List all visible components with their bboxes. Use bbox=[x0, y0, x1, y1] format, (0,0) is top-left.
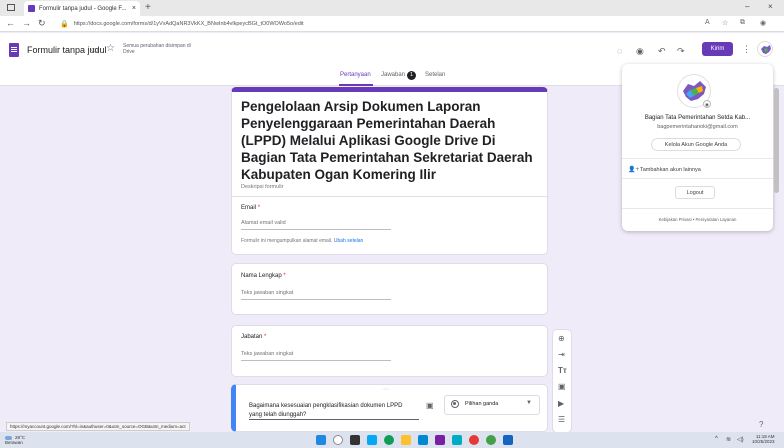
taskbar-clock[interactable]: 11:18 AM 10/25/2023 bbox=[752, 434, 775, 444]
edge-icon[interactable] bbox=[367, 435, 377, 445]
question-label: Jabatan * bbox=[241, 334, 267, 340]
lock-icon: 🔒 bbox=[60, 21, 69, 28]
browser-tab-title: Formulir tanpa judul - Google F... bbox=[39, 5, 127, 12]
search-icon[interactable] bbox=[333, 435, 343, 445]
read-aloud-icon[interactable]: A bbox=[705, 19, 710, 26]
radio-button-icon bbox=[451, 400, 459, 408]
logout-button[interactable]: Logout bbox=[675, 186, 715, 199]
tab-responses[interactable]: Jawaban bbox=[381, 72, 405, 78]
add-image-icon[interactable]: ▣ bbox=[558, 382, 566, 391]
forward-icon[interactable]: → bbox=[22, 18, 31, 28]
back-icon[interactable]: ← bbox=[6, 18, 15, 28]
app-icon[interactable] bbox=[486, 435, 496, 445]
preview-icon[interactable]: ◉ bbox=[636, 46, 644, 57]
tab-settings[interactable]: Setelan bbox=[425, 72, 445, 78]
short-answer-placeholder: Teks jawaban singkat bbox=[241, 351, 294, 357]
title-card-divider bbox=[232, 196, 547, 197]
more-options-icon[interactable]: ⋮ bbox=[742, 44, 751, 55]
manage-account-button[interactable]: Kelola Akun Google Anda bbox=[651, 138, 741, 151]
drag-handle-icon[interactable]: ⋯ bbox=[383, 386, 390, 393]
new-tab-icon[interactable]: + bbox=[145, 2, 151, 13]
terms-of-service-link[interactable]: Persyaratan Layanan bbox=[696, 217, 737, 222]
weather-description: Berawan bbox=[5, 440, 23, 445]
add-video-icon[interactable]: ▶ bbox=[558, 399, 564, 408]
popup-divider bbox=[622, 158, 773, 159]
add-account-link[interactable]: Tambahkan akun lainnya bbox=[640, 167, 701, 173]
word-icon[interactable] bbox=[503, 435, 513, 445]
add-title-icon[interactable]: Tт bbox=[558, 366, 567, 375]
close-window-icon[interactable]: × bbox=[768, 2, 773, 11]
volume-icon[interactable]: ◁) bbox=[737, 436, 744, 443]
short-answer-placeholder: Teks jawaban singkat bbox=[241, 290, 294, 296]
email-underline bbox=[241, 229, 391, 230]
popup-divider bbox=[622, 178, 773, 179]
question-type-label: Pilihan ganda bbox=[465, 401, 499, 407]
account-name: Bagian Tata Pemerintahan Setda Kab... bbox=[644, 115, 751, 121]
popup-divider bbox=[622, 208, 773, 209]
task-view-icon[interactable] bbox=[350, 435, 360, 445]
chevron-down-icon: ▼ bbox=[526, 400, 532, 406]
import-questions-icon[interactable]: ⇥ bbox=[558, 350, 565, 359]
redo-icon[interactable]: ↷ bbox=[677, 46, 685, 57]
app-icon[interactable] bbox=[452, 435, 462, 445]
app-icon[interactable] bbox=[435, 435, 445, 445]
send-button[interactable]: Kirim bbox=[702, 42, 733, 56]
popup-footer: Kebijakan Privasi • Persyaratan Layanan bbox=[658, 217, 737, 222]
camera-icon[interactable]: ◉ bbox=[703, 100, 711, 108]
close-tab-icon[interactable]: × bbox=[132, 5, 136, 12]
account-avatar[interactable] bbox=[757, 41, 773, 57]
minimize-icon[interactable]: – bbox=[745, 2, 749, 11]
account-email: bagpemerintahanoki@gmail.com bbox=[657, 124, 738, 130]
email-placeholder: Alamat email valid bbox=[241, 220, 286, 226]
change-settings-link[interactable]: Ubah setelan bbox=[334, 238, 363, 244]
responses-count-badge: 1 bbox=[407, 71, 416, 80]
question-card-name[interactable] bbox=[231, 263, 548, 315]
form-title[interactable]: Pengelolaan Arsip Dokumen Laporan Penyel… bbox=[241, 98, 541, 183]
url-text: https://docs.google.com/forms/d/1yVvAdQa… bbox=[73, 21, 304, 27]
question-title-input[interactable]: Bagaimana kesesuaian pengklasifikasian d… bbox=[249, 402, 409, 420]
add-account-icon: 👤+ bbox=[628, 167, 639, 173]
wifi-icon[interactable]: ≋ bbox=[726, 436, 731, 443]
form-description-input[interactable]: Deskripsi formulir bbox=[241, 184, 283, 190]
start-icon[interactable] bbox=[316, 435, 326, 445]
status-bar-url: https://myaccount.google.com/?hl=in&auth… bbox=[6, 422, 190, 431]
forms-header bbox=[0, 33, 784, 67]
short-answer-underline bbox=[241, 360, 391, 361]
collections-icon[interactable]: ⧉ bbox=[740, 19, 745, 27]
add-question-icon[interactable]: ⊕ bbox=[558, 334, 565, 343]
active-tab-indicator bbox=[339, 84, 373, 86]
url-input[interactable]: 🔒 https://docs.google.com/forms/d/1yVvAd… bbox=[60, 18, 700, 30]
file-explorer-icon[interactable] bbox=[401, 435, 411, 445]
customize-theme-icon[interactable]: ◌ bbox=[617, 46, 622, 56]
reload-icon[interactable]: ↻ bbox=[38, 18, 46, 29]
privacy-policy-link[interactable]: Kebijakan Privasi bbox=[659, 217, 692, 222]
add-section-icon[interactable]: ☰ bbox=[558, 415, 565, 424]
collect-email-note: Formulir ini mengumpulkan alamat email. … bbox=[241, 238, 364, 244]
short-answer-underline bbox=[241, 299, 391, 300]
star-icon[interactable]: ☆ bbox=[106, 43, 115, 54]
question-label: Nama Lengkap * bbox=[241, 273, 286, 279]
clock-date: 10/25/2023 bbox=[752, 439, 775, 444]
forms-favicon-icon bbox=[28, 5, 35, 12]
help-icon[interactable]: ? bbox=[759, 420, 763, 429]
question-title-underline bbox=[249, 419, 419, 420]
favorites-icon[interactable]: ☆ bbox=[722, 19, 728, 27]
weather-widget[interactable]: 28°C Berawan bbox=[5, 435, 25, 445]
page-scrollbar[interactable] bbox=[774, 88, 779, 193]
tab-questions[interactable]: Pertanyaan bbox=[340, 72, 371, 78]
add-image-icon[interactable]: ▣ bbox=[426, 401, 434, 410]
browser-tab[interactable]: Formulir tanpa judul - Google F... × bbox=[24, 1, 140, 16]
tray-chevron-icon[interactable]: ^ bbox=[715, 436, 718, 442]
chrome-icon[interactable] bbox=[384, 435, 394, 445]
store-icon[interactable] bbox=[418, 435, 428, 445]
window-menu-icon[interactable] bbox=[7, 4, 15, 11]
move-to-folder-icon[interactable]: ▭ bbox=[91, 45, 99, 54]
profile-icon[interactable]: ◉ bbox=[760, 19, 766, 27]
email-label: Email * bbox=[241, 205, 261, 211]
google-forms-logo-icon[interactable] bbox=[9, 43, 19, 57]
app-icon[interactable] bbox=[469, 435, 479, 445]
undo-icon[interactable]: ↶ bbox=[658, 46, 666, 57]
saved-status: Semua perubahan disimpan di Drive bbox=[123, 43, 191, 55]
